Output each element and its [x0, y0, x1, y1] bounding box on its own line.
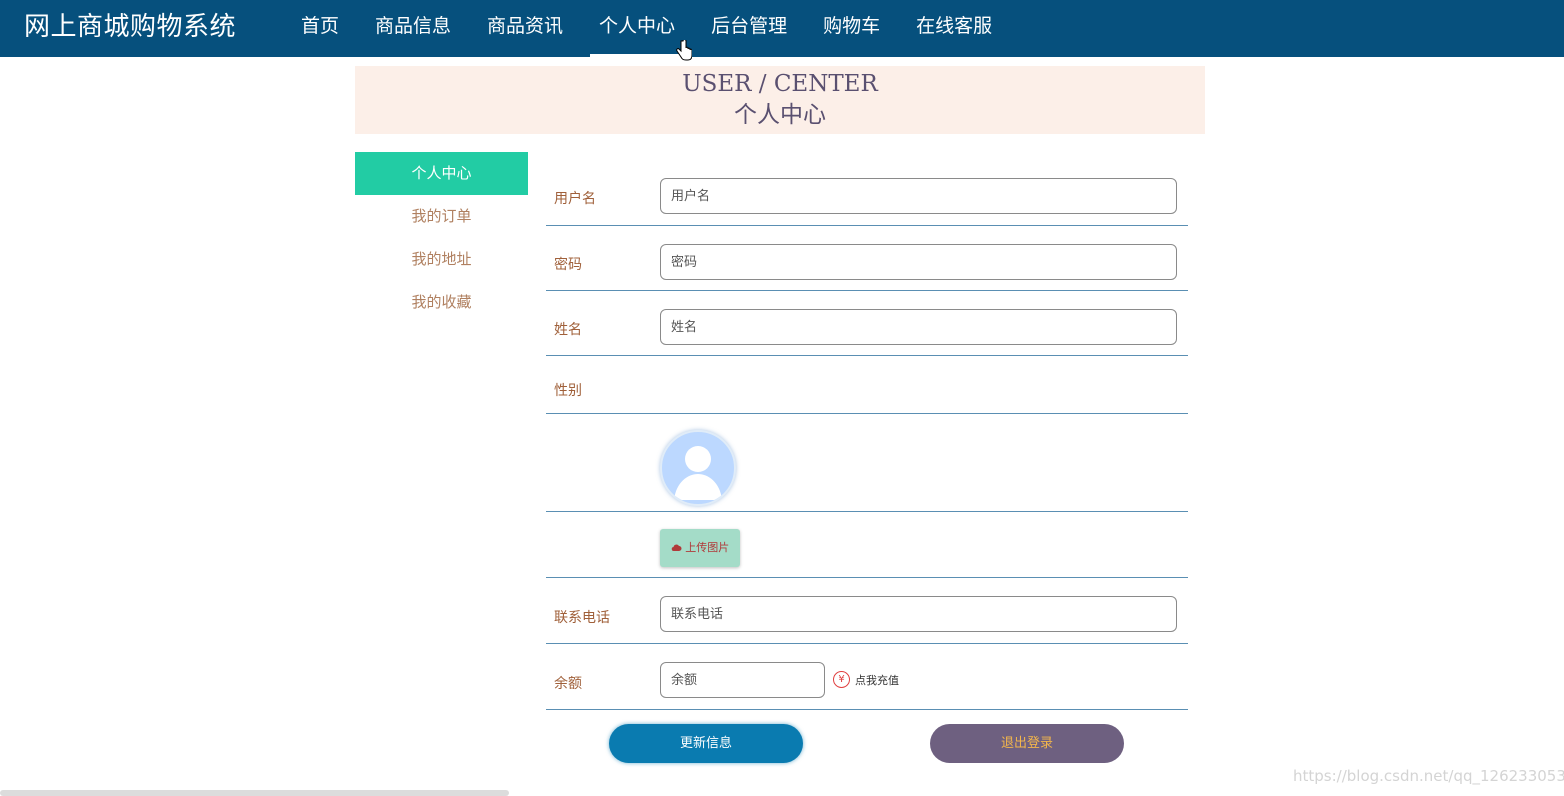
upload-image-label: 上传图片	[685, 541, 730, 554]
sidebar-item-favorites[interactable]: 我的收藏	[355, 281, 528, 324]
gender-row: 性别	[546, 356, 1188, 414]
upload-image-button[interactable]: 上传图片	[660, 529, 740, 567]
watermark: https://blog.csdn.net/qq_1262330535	[1293, 767, 1564, 785]
password-label: 密码	[554, 257, 582, 273]
banner-title-cn: 个人中心	[734, 102, 826, 128]
sidebar-item-addresses[interactable]: 我的地址	[355, 238, 528, 281]
nav-home[interactable]: 首页	[283, 0, 357, 57]
nav-customer-service[interactable]: 在线客服	[898, 0, 1010, 57]
nav-admin[interactable]: 后台管理	[693, 0, 805, 57]
avatar-image[interactable]	[660, 430, 736, 506]
password-row: 密码	[546, 226, 1188, 291]
site-title: 网上商城购物系统	[24, 12, 237, 42]
sidebar-menu: 个人中心 我的订单 我的地址 我的收藏	[355, 152, 528, 324]
name-input[interactable]	[660, 309, 1177, 345]
user-silhouette-icon	[674, 446, 722, 500]
username-row: 用户名	[546, 160, 1188, 226]
balance-row: 余额 ¥ 点我充值	[546, 644, 1188, 710]
top-navbar: 网上商城购物系统 首页 商品信息 商品资讯 个人中心 后台管理 购物车 在线客服	[0, 0, 1564, 57]
password-input[interactable]	[660, 244, 1177, 280]
banner-title-en: USER / CENTER	[682, 71, 878, 97]
profile-form: 用户名 密码 姓名 性别 上传图片 联系电话 余额	[546, 160, 1188, 710]
nav-news[interactable]: 商品资讯	[469, 0, 581, 57]
avatar-row	[546, 414, 1188, 512]
recharge-link[interactable]: ¥ 点我充值	[833, 671, 899, 688]
recharge-label: 点我充值	[855, 673, 899, 687]
nav-cart[interactable]: 购物车	[805, 0, 898, 57]
name-label: 姓名	[554, 322, 582, 338]
page-banner: USER / CENTER 个人中心	[355, 66, 1205, 134]
upload-row: 上传图片	[546, 512, 1188, 578]
gender-label: 性别	[554, 383, 582, 399]
sidebar-item-user-center[interactable]: 个人中心	[355, 152, 528, 195]
main-nav: 首页 商品信息 商品资讯 个人中心 后台管理 购物车 在线客服	[283, 0, 1010, 57]
sidebar-item-orders[interactable]: 我的订单	[355, 195, 528, 238]
nav-products[interactable]: 商品信息	[357, 0, 469, 57]
phone-input[interactable]	[660, 596, 1177, 632]
phone-label: 联系电话	[554, 610, 610, 626]
username-input[interactable]	[660, 178, 1177, 214]
update-info-button[interactable]: 更新信息	[609, 724, 803, 763]
name-row: 姓名	[546, 291, 1188, 356]
yen-icon: ¥	[833, 671, 850, 688]
horizontal-scrollbar[interactable]	[0, 790, 509, 796]
balance-input[interactable]	[660, 662, 825, 698]
hand-cursor-icon	[676, 40, 692, 61]
phone-row: 联系电话	[546, 578, 1188, 644]
balance-label: 余额	[554, 676, 582, 692]
cloud-upload-icon	[671, 544, 682, 552]
username-label: 用户名	[554, 191, 596, 207]
logout-button[interactable]: 退出登录	[930, 724, 1124, 763]
